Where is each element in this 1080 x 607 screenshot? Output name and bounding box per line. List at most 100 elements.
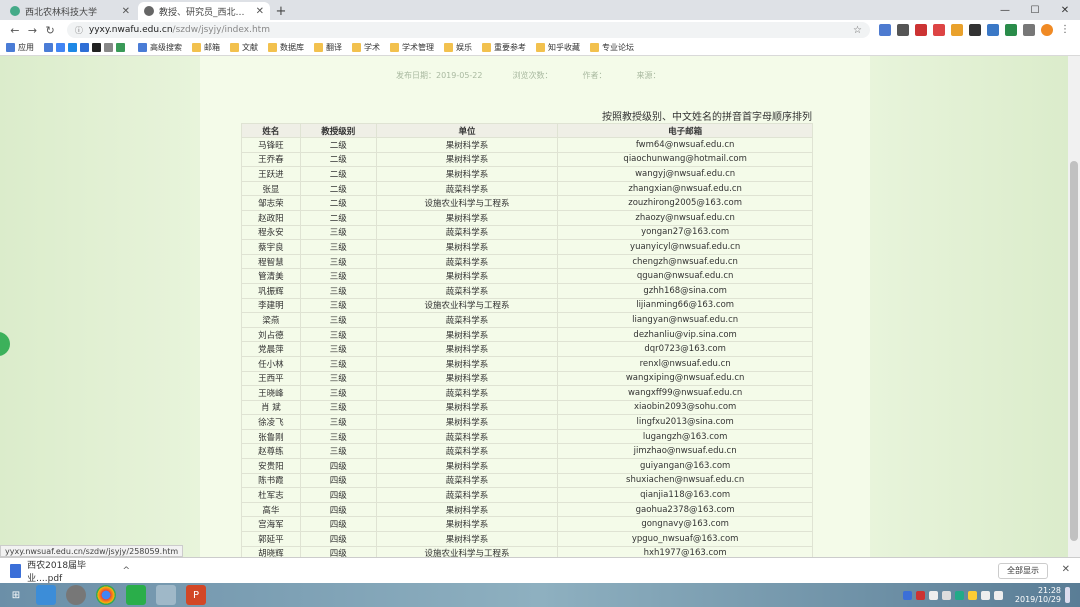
bookmark-folder[interactable]: 文献 — [230, 42, 258, 53]
close-tab-icon[interactable]: ✕ — [256, 6, 264, 17]
bookmark-sites[interactable] — [44, 43, 128, 52]
cell-unit: 果树科学系 — [375, 268, 559, 284]
bookmark-folder[interactable]: 翻译 — [314, 42, 342, 53]
cell-level: 二级 — [299, 166, 377, 182]
profile-avatar-icon[interactable] — [1041, 24, 1054, 36]
bookmark-folder[interactable]: 知乎收藏 — [536, 42, 580, 53]
cell-email: qguan@nwsuaf.edu.cn — [557, 268, 813, 284]
new-tab-button[interactable]: + — [272, 2, 290, 20]
tray-icon[interactable] — [915, 590, 925, 600]
extension-icon[interactable] — [933, 24, 946, 36]
bookmark-star-icon[interactable]: ☆ — [853, 25, 862, 36]
table-row: 任小林 三级 果树科学系 renxl@nwsuaf.edu.cn — [241, 355, 813, 372]
app-icon[interactable] — [36, 585, 56, 605]
cell-name: 马锋旺 — [241, 137, 301, 153]
bookmark-folder[interactable]: 学术 — [352, 42, 380, 53]
cell-name: 张显 — [241, 180, 301, 197]
close-icon[interactable]: ✕ — [1062, 564, 1070, 575]
close-tab-icon[interactable]: ✕ — [122, 6, 130, 17]
reload-icon[interactable]: ↻ — [41, 21, 59, 39]
windows-start-icon[interactable]: ⊞ — [6, 585, 26, 605]
bookmark-folder[interactable]: 学术管理 — [390, 42, 434, 53]
cell-name: 王晓峰 — [241, 385, 301, 401]
network-icon[interactable] — [980, 590, 990, 600]
tray-icon[interactable] — [941, 590, 951, 600]
extension-icon[interactable] — [897, 24, 910, 36]
table-row: 王乔春 二级 果树科学系 qiaochunwang@hotmail.com — [241, 151, 813, 168]
header-unit: 单位 — [375, 123, 559, 138]
cell-unit: 果树科学系 — [375, 209, 559, 226]
cell-unit: 蔬菜科学系 — [375, 180, 559, 197]
cell-name: 胡晓辉 — [241, 545, 301, 557]
minimize-icon[interactable]: — — [990, 0, 1020, 20]
bookmark-folder[interactable]: 重要参考 — [482, 42, 526, 53]
folder-icon — [482, 43, 491, 52]
extension-icon[interactable] — [987, 24, 1000, 36]
cell-unit: 果树科学系 — [375, 531, 559, 547]
extension-icon[interactable] — [1023, 24, 1036, 36]
table-row: 赵尊练 三级 蔬菜科学系 jimzhao@nwsuaf.edu.cn — [241, 443, 813, 460]
extension-icon[interactable] — [879, 24, 892, 36]
address-bar[interactable]: ⓘ yyxy.nwafu.edu.cn /szdw/jsyjy/index.ht… — [66, 22, 871, 38]
tab-professors[interactable]: 教授、研究员_西北农林科技大学 ✕ — [138, 2, 270, 20]
chevron-up-icon[interactable]: ^ — [122, 566, 130, 576]
table-row: 高华 四级 果树科学系 gaohua2378@163.com — [241, 501, 813, 518]
extension-icon[interactable] — [951, 24, 964, 36]
cell-email: zhangxian@nwsuaf.edu.cn — [557, 180, 813, 197]
cell-level: 四级 — [299, 487, 377, 503]
show-all-button[interactable]: 全部显示 — [998, 562, 1048, 579]
cell-name: 刘占德 — [241, 326, 301, 343]
bookmark-folder[interactable]: 专业论坛 — [590, 42, 634, 53]
info-icon[interactable]: ⓘ — [75, 25, 83, 36]
maximize-icon[interactable]: ☐ — [1020, 0, 1050, 20]
cell-email: xiaobin2093@sohu.com — [557, 399, 813, 416]
back-arrow-icon[interactable]: ← — [6, 21, 24, 39]
extension-icon[interactable] — [1005, 24, 1018, 36]
author: 作者： — [582, 71, 607, 80]
bookmark-folder[interactable]: 邮箱 — [192, 42, 220, 53]
table-row: 党晨萍 三级 果树科学系 dqr0723@163.com — [241, 341, 813, 357]
cell-unit: 果树科学系 — [375, 516, 559, 533]
tray-icon[interactable] — [954, 590, 964, 600]
table-row: 王晓峰 三级 蔬菜科学系 wangxff99@nwsuaf.edu.cn — [241, 385, 813, 401]
tray-icon[interactable] — [967, 590, 977, 600]
apps-grid-icon — [6, 43, 15, 52]
app-icon[interactable] — [156, 585, 176, 605]
cell-name: 赵尊练 — [241, 443, 301, 460]
table-row: 胡晓辉 四级 设施农业科学与工程系 hxh1977@163.com — [241, 545, 813, 557]
menu-dots-icon[interactable]: ⋮ — [1059, 24, 1071, 36]
site-icon — [104, 43, 113, 52]
volume-icon[interactable] — [993, 590, 1003, 600]
app-icon[interactable] — [66, 585, 86, 605]
cell-name: 党晨萍 — [241, 341, 301, 357]
floating-side-widget-icon[interactable] — [0, 332, 10, 356]
chrome-icon[interactable] — [96, 585, 116, 605]
download-filename: 西农2018届毕业....pdf — [27, 560, 87, 584]
bookmark-apps[interactable]: 应用 — [6, 42, 34, 53]
scrollbar-thumb[interactable] — [1070, 161, 1078, 541]
cell-level: 三级 — [299, 341, 377, 357]
cell-email: ypguo_nwsuaf@163.com — [557, 531, 813, 547]
extension-icon[interactable] — [969, 24, 982, 36]
vertical-scrollbar[interactable] — [1068, 56, 1080, 557]
download-item[interactable]: 西农2018届毕业....pdf ^ — [10, 558, 130, 584]
cell-level: 三级 — [299, 385, 377, 401]
extension-icon[interactable] — [915, 24, 928, 36]
cell-unit: 蔬菜科学系 — [375, 385, 559, 401]
bookmark-advanced-search[interactable]: 高级搜索 — [138, 42, 182, 53]
clock[interactable]: 21:28 2019/10/29 — [1015, 586, 1061, 604]
tray-icon[interactable] — [902, 590, 912, 600]
forward-arrow-icon[interactable]: → — [24, 21, 42, 39]
bookmark-folder[interactable]: 娱乐 — [444, 42, 472, 53]
cell-email: wangxff99@nwsuaf.edu.cn — [557, 385, 813, 401]
cell-level: 三级 — [299, 268, 377, 284]
tray-icon[interactable] — [928, 590, 938, 600]
powerpoint-icon[interactable]: P — [186, 585, 206, 605]
tab-nwafu-home[interactable]: 西北农林科技大学 ✕ — [4, 2, 136, 20]
tab-title: 教授、研究员_西北农林科技大学 — [159, 7, 252, 18]
cell-email: renxl@nwsuaf.edu.cn — [557, 355, 813, 372]
close-window-icon[interactable]: ✕ — [1050, 0, 1080, 20]
bookmark-folder[interactable]: 数据库 — [268, 42, 304, 53]
wechat-icon[interactable] — [126, 585, 146, 605]
show-desktop-button[interactable] — [1065, 587, 1070, 603]
